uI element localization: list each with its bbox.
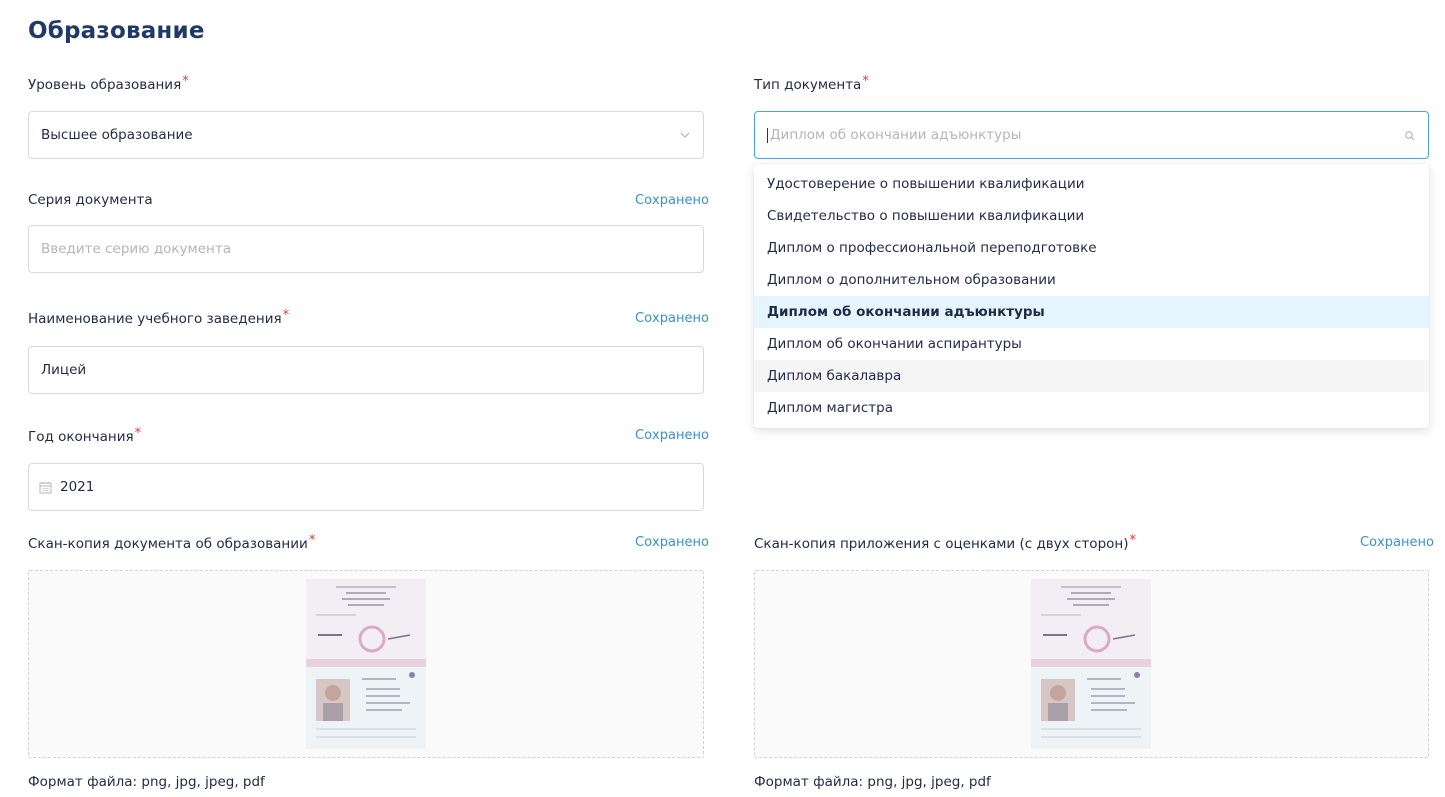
scan-document-thumbnail[interactable] [306, 579, 426, 749]
graduation-year-value: 2021 [60, 479, 95, 495]
page-title: Образование [28, 18, 205, 44]
document-type-placeholder: Диплом об окончании адъюнктуры [770, 127, 1022, 143]
dropdown-option[interactable]: Диплом о профессиональной переподготовке [754, 232, 1429, 264]
scan-document-label: Скан-копия документа об образовании* [28, 533, 316, 552]
scan-document-format-hint: Формат файла: png, jpg, jpeg, pdf [28, 774, 265, 790]
dropdown-option[interactable]: Удостоверение о повышении квалификации [754, 168, 1429, 200]
education-level-label: Уровень образования* [28, 74, 189, 93]
scan-document-upload-area[interactable] [28, 570, 704, 758]
saved-status-scan-document: Сохранено [635, 535, 709, 550]
saved-status-year: Сохранено [635, 428, 709, 443]
document-series-label: Серия документа [28, 192, 153, 208]
institution-label: Наименование учебного заведения* [28, 308, 290, 327]
scan-grades-label: Скан-копия приложения с оценками (с двух… [754, 533, 1137, 552]
institution-input[interactable]: Лицей [28, 346, 704, 394]
saved-status-series: Сохранено [635, 193, 709, 208]
text-cursor [767, 127, 768, 143]
dropdown-option[interactable]: Диплом магистра [754, 392, 1429, 424]
required-mark: * [1129, 533, 1137, 548]
education-level-select[interactable]: Высшее образование [28, 111, 704, 159]
document-type-select[interactable]: Диплом об окончании адъюнктуры [754, 111, 1429, 159]
institution-value: Лицей [41, 362, 87, 378]
search-icon [1405, 131, 1415, 141]
graduation-year-picker[interactable]: 2021 [28, 463, 704, 511]
document-series-input[interactable]: Введите серию документа [28, 225, 704, 273]
chevron-down-icon [680, 132, 690, 138]
dropdown-option[interactable]: Диплом об окончании аспирантуры [754, 328, 1429, 360]
scan-grades-format-hint: Формат файла: png, jpg, jpeg, pdf [754, 774, 991, 790]
required-mark: * [862, 74, 869, 89]
saved-status-institution: Сохранено [635, 311, 709, 326]
dropdown-option[interactable]: Диплом о дополнительном образовании [754, 264, 1429, 296]
document-type-label: Тип документа* [754, 74, 869, 93]
dropdown-option-hovered[interactable]: Диплом бакалавра [754, 360, 1429, 392]
scan-grades-upload-area[interactable] [754, 570, 1429, 758]
required-mark: * [308, 533, 316, 548]
document-series-placeholder: Введите серию документа [41, 241, 232, 257]
graduation-year-label: Год окончания* [28, 426, 142, 445]
calendar-icon [39, 481, 52, 493]
saved-status-scan-grades: Сохранено [1360, 535, 1434, 550]
required-mark: * [182, 74, 189, 89]
education-level-value: Высшее образование [41, 127, 193, 143]
dropdown-option[interactable]: Свидетельство о повышении квалификации [754, 200, 1429, 232]
dropdown-option-selected[interactable]: Диплом об окончании адъюнктуры [754, 296, 1429, 328]
required-mark: * [134, 426, 142, 441]
document-type-dropdown: Удостоверение о повышении квалификации С… [754, 164, 1429, 428]
scan-grades-thumbnail[interactable] [1031, 579, 1151, 749]
required-mark: * [282, 308, 290, 323]
